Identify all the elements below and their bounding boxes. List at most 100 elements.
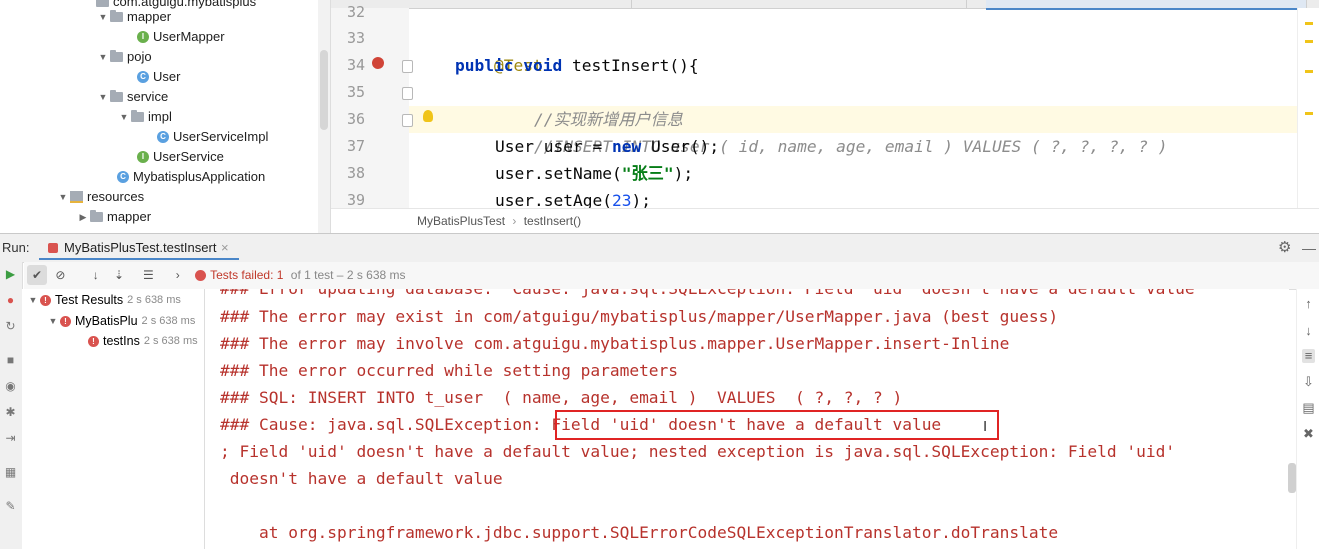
console-line: ### SQL: INSERT INTO t_user ( name, age,… — [220, 388, 903, 407]
show-ignored-icon[interactable]: ⊘ — [50, 265, 70, 285]
settings-icon[interactable]: ✱ — [4, 406, 17, 419]
folder-icon — [110, 90, 123, 102]
console-line: at org.springframework.jdbc.support.SQLE… — [220, 523, 1059, 542]
error-highlight-box — [555, 410, 999, 440]
exit-icon[interactable]: ⇥ — [4, 432, 17, 445]
tree-item-impl[interactable]: ▼ impl — [117, 107, 172, 127]
tree-item-resources[interactable]: ▼ resources — [56, 187, 145, 207]
spring-class-icon: C — [117, 171, 129, 183]
tree-item-mybatisplusapplication[interactable]: C MybatisplusApplication — [117, 167, 265, 187]
run-label: Run: — [2, 240, 30, 255]
print-icon[interactable]: ▤ — [1302, 401, 1315, 415]
code-line-38: user.setName("张三"); — [495, 164, 694, 183]
error-icon: ! — [88, 335, 99, 347]
up-arrow-icon[interactable]: ↑ — [1302, 297, 1315, 311]
sort-by-duration-icon[interactable]: ⇣ — [109, 265, 129, 285]
chevron-down-icon[interactable]: ▼ — [56, 187, 70, 207]
console-side-toolbar: ↑ ↓ ≡ ⇩ ▤ ✖ — [1296, 289, 1319, 549]
chevron-down-icon[interactable]: ▼ — [96, 47, 110, 67]
line-number: 32 — [346, 3, 365, 21]
chevron-right-icon[interactable]: ▶ — [76, 207, 90, 227]
project-tree: com.atguigu.mybatisplus ▼ mapper I UserM… — [0, 0, 318, 233]
folder-icon — [90, 210, 103, 222]
tree-item-user[interactable]: C User — [137, 67, 180, 87]
code-editor[interactable]: 32 33 34 35 36 37 38 39 @Test public voi… — [330, 0, 1319, 234]
console-line: ; Field 'uid' doesn't have a default val… — [220, 442, 1176, 461]
sort-alphabetically-icon[interactable]: ↓ — [86, 265, 106, 285]
editor-scrollbar[interactable] — [1297, 8, 1319, 208]
run-test-icon[interactable] — [372, 57, 384, 69]
warning-marker[interactable] — [1305, 22, 1313, 25]
warning-marker[interactable] — [1305, 70, 1313, 73]
line-number: 36 — [346, 110, 365, 128]
folder-icon — [110, 10, 123, 22]
collapse-icon[interactable]: › — [168, 265, 188, 285]
error-icon: ! — [40, 294, 51, 306]
tree-item-pojo[interactable]: ▼ pojo — [96, 47, 152, 67]
tree-scrollbar[interactable] — [318, 0, 330, 233]
fold-icon[interactable] — [402, 87, 413, 100]
expand-all-icon[interactable]: ☰ — [138, 265, 158, 285]
line-number: 34 — [346, 56, 365, 74]
fold-icon[interactable] — [402, 60, 413, 73]
gear-icon[interactable]: ⚙ — [1278, 234, 1291, 262]
fold-icon[interactable] — [402, 114, 413, 127]
camera-icon[interactable]: ◉ — [4, 380, 17, 393]
code-line-34: public void testInsert(){ — [455, 56, 699, 75]
down-arrow-icon[interactable]: ↓ — [1302, 324, 1315, 338]
tests-failed-label: Tests failed: 1 — [210, 268, 284, 282]
soft-wrap-icon[interactable]: ≡ — [1302, 349, 1315, 363]
layout-icon[interactable]: ▦ — [4, 466, 17, 479]
code-line-33: @Test — [493, 56, 543, 75]
tree-item-usermapper[interactable]: I UserMapper — [137, 27, 225, 47]
code-line-35: //实现新增用户信息 — [533, 110, 683, 129]
test-class-node[interactable]: ▼ ! MyBatisPlu 2 s 638 ms — [46, 311, 196, 331]
breadcrumb-class[interactable]: MyBatisPlusTest — [417, 214, 505, 228]
test-results-root[interactable]: ▼ ! Test Results 2 s 638 ms — [26, 290, 181, 310]
pin-icon[interactable]: ✎ — [4, 500, 17, 513]
console-output[interactable]: ### Error updating database. Cause: java… — [205, 289, 1289, 549]
lightbulb-icon[interactable] — [423, 110, 433, 122]
rerun-icon[interactable]: ▶ — [4, 268, 17, 281]
tree-item-resources-mapper[interactable]: ▶ mapper — [76, 207, 152, 227]
editor-tab[interactable] — [331, 0, 632, 8]
toggle-auto-test-icon[interactable]: ↻ — [4, 320, 17, 333]
error-status-icon — [195, 270, 207, 282]
resources-folder-icon — [70, 191, 83, 203]
console-scrollbar-thumb[interactable] — [1288, 463, 1296, 493]
stop-icon[interactable]: ■ — [4, 354, 17, 367]
tree-item-userservice[interactable]: I UserService — [137, 147, 224, 167]
scroll-to-end-icon[interactable]: ⇩ — [1302, 375, 1315, 389]
rerun-failed-icon[interactable]: ● — [4, 294, 17, 307]
test-method-node[interactable]: ! testIns 2 s 638 ms — [88, 331, 198, 351]
chevron-down-icon[interactable]: ▼ — [46, 311, 60, 331]
text-cursor-icon: I — [983, 418, 988, 435]
breadcrumb-method[interactable]: testInsert() — [524, 214, 581, 228]
chevron-down-icon[interactable]: ▼ — [117, 107, 131, 127]
class-icon: C — [137, 71, 149, 83]
warning-marker[interactable] — [1305, 40, 1313, 43]
minimize-icon[interactable]: — — [1302, 234, 1316, 262]
chevron-down-icon[interactable]: ▼ — [96, 7, 110, 27]
show-passed-icon[interactable]: ✔ — [27, 265, 47, 285]
chevron-down-icon[interactable]: ▼ — [26, 290, 40, 310]
breadcrumb: MyBatisPlusTest › testInsert() — [331, 208, 1319, 234]
editor-tab[interactable] — [631, 0, 967, 8]
code-line-37: User user = new User(); — [495, 137, 720, 156]
editor-tab-active[interactable] — [986, 0, 1307, 10]
breadcrumb-separator: › — [512, 214, 517, 228]
line-number: 33 — [346, 29, 365, 47]
tree-item-mapper[interactable]: ▼ mapper — [96, 7, 172, 27]
tree-item-service[interactable]: ▼ service — [96, 87, 169, 107]
error-icon: ! — [60, 315, 71, 327]
chevron-down-icon[interactable]: ▼ — [96, 87, 110, 107]
line-number: 37 — [346, 137, 365, 155]
scrollbar-thumb[interactable] — [320, 50, 328, 130]
tests-summary: of 1 test – 2 s 638 ms — [290, 268, 406, 282]
tree-item-userserviceimpl[interactable]: C UserServiceImpl — [157, 127, 268, 147]
console-line: ### The error occurred while setting par… — [220, 361, 679, 380]
clear-all-icon[interactable]: ✖ — [1302, 427, 1315, 441]
run-side-toolbar: ▶ ● ↻ ■ ◉ ✱ ⇥ ▦ ✎ — [0, 262, 23, 549]
interface-icon: I — [137, 31, 149, 43]
warning-marker[interactable] — [1305, 112, 1313, 115]
